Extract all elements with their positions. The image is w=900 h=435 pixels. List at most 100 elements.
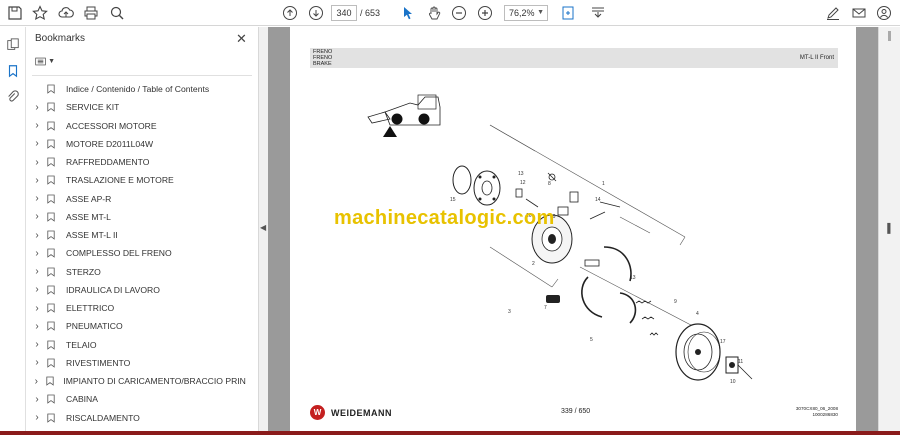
chevron-right-icon[interactable]: ›: [30, 412, 44, 423]
chevron-right-icon[interactable]: ›: [30, 266, 44, 277]
callout-9: 9: [674, 299, 677, 305]
chevron-right-icon[interactable]: ›: [30, 321, 44, 332]
callout-2: 2: [532, 261, 535, 267]
scroll-mode-icon[interactable]: [588, 3, 608, 23]
chevron-right-icon[interactable]: ›: [30, 138, 44, 149]
panel-title: Bookmarks: [35, 33, 86, 44]
bookmark-label: RISCALDAMENTO: [66, 412, 140, 423]
bookmark-item[interactable]: › ASSE MT-L II: [26, 226, 246, 244]
seal-ring: [452, 165, 472, 195]
chevron-right-icon[interactable]: ›: [30, 248, 44, 259]
chevron-right-icon[interactable]: ›: [30, 193, 44, 204]
chevron-right-icon[interactable]: ›: [30, 357, 44, 368]
chevron-right-icon[interactable]: ›: [30, 230, 44, 241]
account-icon[interactable]: [874, 3, 894, 23]
close-icon[interactable]: ✕: [236, 31, 247, 47]
main-toolbar: 340 / 653 76,2% ▼: [0, 0, 900, 26]
bookmark-item[interactable]: › TELAIO: [26, 336, 246, 354]
bookmarks-rail-icon[interactable]: [4, 62, 22, 80]
bookmark-label: TELAIO: [66, 339, 97, 350]
bookmark-label: ELETTRICO: [66, 303, 115, 313]
expand-right-panel-icon[interactable]: ▐: [884, 223, 890, 233]
chevron-right-icon[interactable]: ›: [30, 303, 44, 314]
bookmark-item[interactable]: › MOTORE D2011L04W: [26, 135, 246, 153]
page-number-input[interactable]: 340: [331, 5, 357, 21]
bookmark-item[interactable]: › RISCALDAMENTO: [26, 409, 246, 427]
page-total-label: / 653: [360, 8, 381, 18]
bookmark-label: ACCESSORI MOTORE: [66, 120, 157, 131]
bookmark-item[interactable]: › TRASLAZIONE E MOTORE: [26, 171, 246, 189]
bookmark-icon: [47, 212, 61, 222]
bookmark-item[interactable]: › IMPIANTO DI CARICAMENTO/BRACCIO PRINCIP…: [26, 372, 246, 390]
bookmark-item[interactable]: › ASSE AP-R: [26, 190, 246, 208]
chevron-down-icon: ▼: [48, 57, 55, 65]
chevron-right-icon[interactable]: ›: [30, 284, 44, 295]
chevron-right-icon[interactable]: ›: [30, 102, 44, 113]
bookmark-item[interactable]: › CABINA: [26, 390, 246, 408]
chevron-right-icon[interactable]: ›: [30, 175, 44, 186]
bookmark-star-icon[interactable]: [30, 3, 50, 23]
bookmark-icon: [47, 303, 61, 313]
bookmark-icon: [47, 358, 61, 368]
callout-1: 1: [602, 181, 605, 187]
right-rail: ▐: [878, 27, 900, 435]
bookmark-icon: [47, 139, 61, 149]
bookmark-item[interactable]: › ACCESSORI MOTORE: [26, 117, 246, 135]
zoom-in-icon[interactable]: [475, 3, 495, 23]
callout-13b: 13: [630, 275, 636, 281]
header-section-title: FRENO FRENO BRAKE: [313, 49, 332, 67]
bookmark-icon: [46, 376, 59, 386]
list-options-icon: [35, 57, 46, 65]
bookmark-item[interactable]: › ELETTRICO: [26, 299, 246, 317]
zoom-out-icon[interactable]: [449, 3, 469, 23]
zoom-level-select[interactable]: 76,2% ▼: [504, 5, 548, 21]
bookmark-item[interactable]: › ASSE MT-L: [26, 208, 246, 226]
weidemann-logo-icon: W: [310, 405, 325, 420]
bookmark-label: ASSE MT-L II: [66, 230, 118, 240]
header-model: MT-L II Front: [799, 55, 834, 61]
bookmark-item[interactable]: › IDRAULICA DI LAVORO: [26, 281, 246, 299]
footer-logo: W WEIDEMANN: [310, 405, 392, 420]
bookmark-label: MOTORE D2011L04W: [66, 138, 154, 149]
bookmark-icon: [47, 394, 61, 405]
bookmark-item[interactable]: › RAFFREDDAMENTO: [26, 153, 246, 171]
chevron-right-icon[interactable]: ›: [30, 339, 44, 350]
callout-11: 11: [738, 359, 743, 365]
page-thumbnails-icon[interactable]: [4, 36, 22, 54]
cloud-upload-icon[interactable]: [56, 3, 76, 23]
page-down-icon[interactable]: [306, 3, 326, 23]
bookmark-item[interactable]: › STERZO: [26, 263, 246, 281]
document-scrollbar-thumb[interactable]: [888, 31, 891, 41]
hand-pan-icon[interactable]: [424, 3, 444, 23]
callout-12: 12: [520, 180, 526, 186]
sign-pen-icon[interactable]: [823, 3, 843, 23]
save-icon[interactable]: [5, 3, 25, 23]
bookmark-item[interactable]: Indice / Contenido / Table of Contents: [26, 80, 246, 98]
chevron-right-icon[interactable]: ›: [30, 376, 43, 387]
bookmark-options-button[interactable]: ▼: [35, 54, 55, 68]
page-up-icon[interactable]: [280, 3, 300, 23]
chevron-right-icon[interactable]: ›: [30, 211, 44, 222]
chevron-right-icon[interactable]: ›: [30, 157, 44, 168]
attachment-icon[interactable]: [4, 88, 22, 106]
callout-4: 4: [696, 311, 699, 317]
email-icon[interactable]: [849, 3, 869, 23]
chevron-right-icon[interactable]: ›: [30, 120, 44, 131]
bookmark-item[interactable]: › SERVICE KIT: [26, 98, 246, 116]
bookmark-label: CABINA: [66, 394, 98, 405]
bookmark-icon: [47, 102, 61, 113]
bookmark-icon: [47, 121, 61, 131]
callout-8: 8: [548, 181, 551, 187]
callout-7: 7: [544, 305, 547, 311]
collapse-panel-icon[interactable]: ◀: [260, 223, 266, 232]
bookmark-icon: [47, 267, 61, 277]
bookmark-item[interactable]: › RIVESTIMENTO: [26, 354, 246, 372]
fit-page-icon[interactable]: [558, 3, 578, 23]
print-icon[interactable]: [81, 3, 101, 23]
select-cursor-icon[interactable]: [398, 3, 418, 23]
zoom-search-icon[interactable]: [107, 3, 127, 23]
bookmark-item[interactable]: › PNEUMATICO: [26, 317, 246, 335]
bookmark-label: Indice / Contenido / Table of Contents: [66, 84, 210, 94]
bookmark-item[interactable]: › COMPLESSO DEL FRENO: [26, 244, 246, 262]
chevron-right-icon[interactable]: ›: [30, 394, 44, 405]
